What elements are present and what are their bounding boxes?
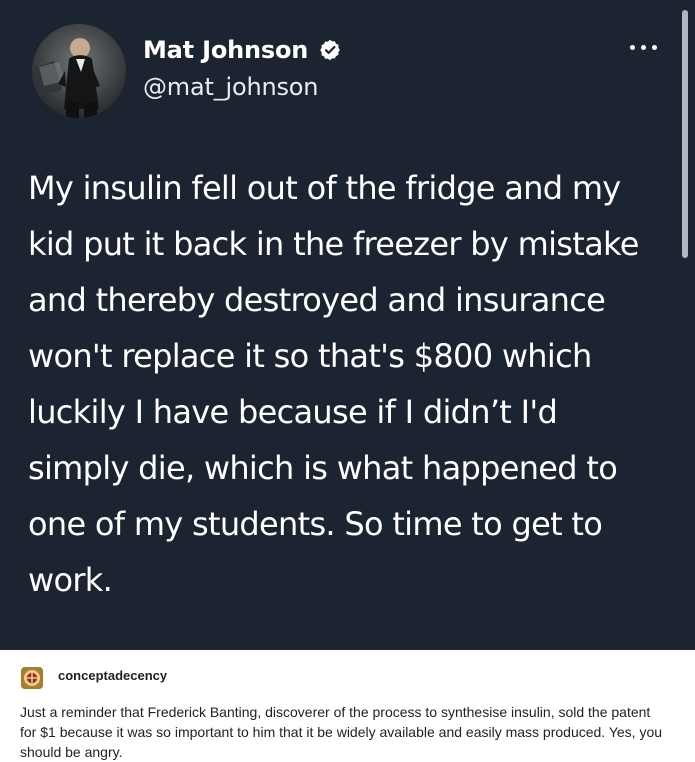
more-options-icon	[640, 44, 646, 50]
reblog-avatar[interactable]	[21, 667, 43, 689]
reblog-text: Just a reminder that Frederick Banting, …	[20, 704, 663, 760]
more-options-button[interactable]	[623, 35, 663, 59]
more-options-icon	[651, 44, 657, 50]
author-handle[interactable]: @mat_johnson	[143, 73, 318, 101]
reblog-section: conceptadecency Just a reminder that Fre…	[0, 650, 695, 762]
author-avatar[interactable]	[32, 24, 126, 118]
tweet-text: My insulin fell out of the fridge and my…	[28, 169, 639, 599]
scrollbar[interactable]	[682, 10, 688, 258]
tweet-card: Mat Johnson @mat_johnson My insulin fell…	[0, 0, 695, 650]
screenshot-page: Mat Johnson @mat_johnson My insulin fell…	[0, 0, 695, 762]
more-options-icon	[629, 44, 635, 50]
verified-badge-icon	[318, 38, 342, 62]
author-name[interactable]: Mat Johnson	[143, 38, 308, 62]
author-name-row: Mat Johnson	[143, 38, 342, 62]
reblog-username[interactable]: conceptadecency	[58, 668, 167, 684]
